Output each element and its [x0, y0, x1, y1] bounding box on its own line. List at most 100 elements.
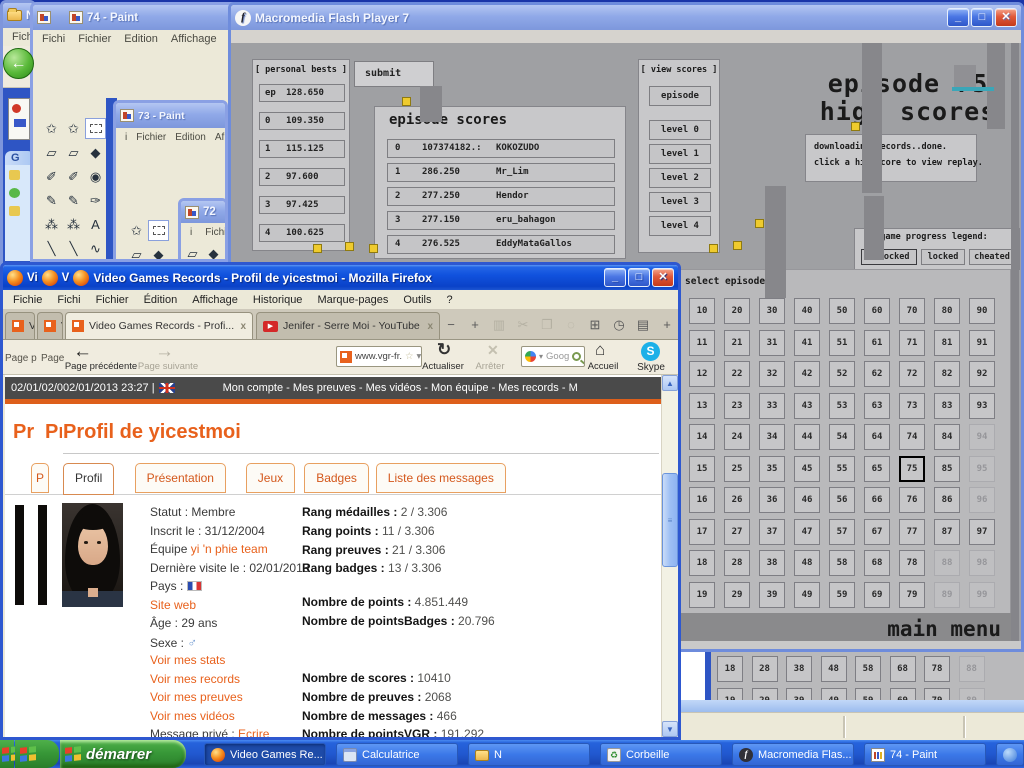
- info-link[interactable]: Voir mes records: [150, 672, 240, 686]
- episode-cell-86[interactable]: 86: [934, 487, 960, 513]
- legend-locked[interactable]: locked: [921, 249, 965, 265]
- info-link[interactable]: Ecrire: [238, 727, 269, 737]
- line-tool-icon[interactable]: ╲: [63, 238, 84, 259]
- episode-cell-39[interactable]: 39: [759, 582, 785, 608]
- episode-cell-15[interactable]: 15: [689, 456, 715, 482]
- episode-cell-68[interactable]: 68: [864, 550, 890, 576]
- select-tool-icon[interactable]: [148, 220, 169, 241]
- episode-cell-23[interactable]: 23: [724, 393, 750, 419]
- episode-cell-80[interactable]: 80: [934, 298, 960, 324]
- search-magnifier-icon[interactable]: [572, 352, 581, 361]
- search-dropdown-icon[interactable]: ▾: [539, 352, 543, 361]
- paint72-titlebar[interactable]: 72: [181, 201, 225, 223]
- episode-cell-85[interactable]: 85: [934, 456, 960, 482]
- minimize-button[interactable]: _: [947, 8, 969, 27]
- view-scores-level-0[interactable]: level 0: [649, 120, 711, 140]
- episode-cell-60[interactable]: 60: [864, 298, 890, 324]
- episode-cell-27[interactable]: 27: [724, 519, 750, 545]
- episode-cell-79[interactable]: 79: [899, 582, 925, 608]
- episode-cell-19[interactable]: 19: [689, 582, 715, 608]
- menu-item-affichage[interactable]: Affichage: [171, 33, 217, 45]
- tab-stub[interactable]: P: [31, 463, 49, 493]
- episode-cell-28[interactable]: 28: [724, 550, 750, 576]
- episode-cell-50[interactable]: 50: [829, 298, 855, 324]
- personal-best-row[interactable]: 4100.625: [259, 224, 345, 242]
- menu-item-édition[interactable]: Édition: [144, 294, 178, 306]
- submit-button[interactable]: submit: [354, 61, 434, 87]
- eraser-tool-icon[interactable]: ▱: [63, 142, 84, 163]
- color-picker-tool-icon[interactable]: ✐: [41, 166, 62, 187]
- personal-best-row[interactable]: 297.600: [259, 168, 345, 186]
- episode-cell-81[interactable]: 81: [934, 330, 960, 356]
- fill-tool-icon[interactable]: ◆: [204, 243, 223, 262]
- episode-cell-42[interactable]: 42: [794, 361, 820, 387]
- episode-cell-37[interactable]: 37: [759, 519, 785, 545]
- minimize-button[interactable]: _: [604, 268, 626, 287]
- episode-cell-57[interactable]: 57: [829, 519, 855, 545]
- episode-cell-73[interactable]: 73: [899, 393, 925, 419]
- stop-button-label[interactable]: Arrêter: [465, 361, 515, 372]
- uk-flag-icon[interactable]: [159, 383, 175, 393]
- taskbar-item-macromedia-flas-[interactable]: fMacromedia Flas...: [732, 743, 854, 766]
- episode-cell-55[interactable]: 55: [829, 456, 855, 482]
- airbrush-tool-icon[interactable]: ⁂: [63, 214, 84, 235]
- pencil-tool-icon[interactable]: ✎: [41, 190, 62, 211]
- episode-cell-26[interactable]: 26: [724, 487, 750, 513]
- info-link[interactable]: Site web: [150, 598, 196, 612]
- menu-item-fichier[interactable]: Fichier: [78, 33, 111, 45]
- episode-cell-11[interactable]: 11: [689, 330, 715, 356]
- search-input[interactable]: ▾ Goog: [521, 346, 585, 367]
- info-link[interactable]: Voir mes vidéos: [150, 709, 235, 723]
- tab-jeux[interactable]: Jeux: [246, 463, 295, 493]
- taskbar-item-n[interactable]: N: [468, 743, 590, 766]
- episode-score-row[interactable]: 2277.250Hendor: [387, 187, 615, 206]
- episode-cell-90[interactable]: 90: [969, 298, 995, 324]
- copy-icon[interactable]: ❐: [537, 315, 557, 335]
- home-icon[interactable]: ⌂: [595, 340, 605, 360]
- menu-item-fichier[interactable]: Fichier: [205, 227, 225, 238]
- personal-best-row[interactable]: 0109.350: [259, 112, 345, 130]
- stop-icon[interactable]: ✕: [487, 342, 499, 359]
- view-scores-episode[interactable]: episode: [649, 86, 711, 106]
- magnifier-tool-icon[interactable]: ◉: [85, 166, 106, 187]
- episode-cell-12[interactable]: 12: [689, 361, 715, 387]
- scrollbar-thumb[interactable]: ≡: [662, 473, 678, 567]
- view-scores-level-3[interactable]: level 3: [649, 192, 711, 212]
- episode-cell-40[interactable]: 40: [794, 298, 820, 324]
- episode-cell-61[interactable]: 61: [864, 330, 890, 356]
- episode-cell-47[interactable]: 47: [794, 519, 820, 545]
- episode-cell-75[interactable]: 75: [899, 456, 925, 482]
- episode-cell-97[interactable]: 97: [969, 519, 995, 545]
- forward-icon[interactable]: →: [155, 341, 174, 363]
- n-window-titlebar[interactable]: N: [3, 3, 33, 28]
- tab-stub[interactable]: V: [37, 312, 63, 339]
- menu-item-edition[interactable]: Edition: [124, 33, 158, 45]
- info-link[interactable]: Voir mes stats: [150, 653, 225, 667]
- episode-cell-66[interactable]: 66: [864, 487, 890, 513]
- spinner-icon[interactable]: ◌: [561, 315, 581, 335]
- file-thumbnail[interactable]: [8, 98, 30, 140]
- episode-cell-78[interactable]: 78: [899, 550, 925, 576]
- eraser-tool-icon[interactable]: ▱: [126, 244, 147, 262]
- cut-icon[interactable]: ✂: [513, 315, 533, 335]
- forward-button-label[interactable]: Page suivante: [131, 361, 205, 372]
- view-scores-level-2[interactable]: level 2: [649, 168, 711, 188]
- skype-icon[interactable]: S: [641, 342, 660, 361]
- taskbar-item-video-games-re-[interactable]: Video Games Re...: [204, 743, 326, 766]
- task-pane-icon[interactable]: [9, 206, 20, 216]
- episode-cell-59[interactable]: 59: [829, 582, 855, 608]
- episode-cell-17[interactable]: 17: [689, 519, 715, 545]
- episode-cell-25[interactable]: 25: [724, 456, 750, 482]
- episode-cell-91[interactable]: 91: [969, 330, 995, 356]
- free-select-tool-icon[interactable]: ✩: [63, 118, 84, 139]
- episode-cell-58[interactable]: 58: [829, 550, 855, 576]
- tab-liste-des-messages[interactable]: Liste des messages: [376, 463, 506, 493]
- menu-item-?[interactable]: ?: [447, 294, 453, 306]
- episode-cell-54[interactable]: 54: [829, 424, 855, 450]
- maximize-button[interactable]: □: [628, 268, 650, 287]
- episode-cell-71[interactable]: 71: [899, 330, 925, 356]
- episode-cell-98[interactable]: 98: [969, 550, 995, 576]
- eraser-tool-icon[interactable]: ▱: [41, 142, 62, 163]
- episode-cell-56[interactable]: 56: [829, 487, 855, 513]
- episode-cell-84[interactable]: 84: [934, 424, 960, 450]
